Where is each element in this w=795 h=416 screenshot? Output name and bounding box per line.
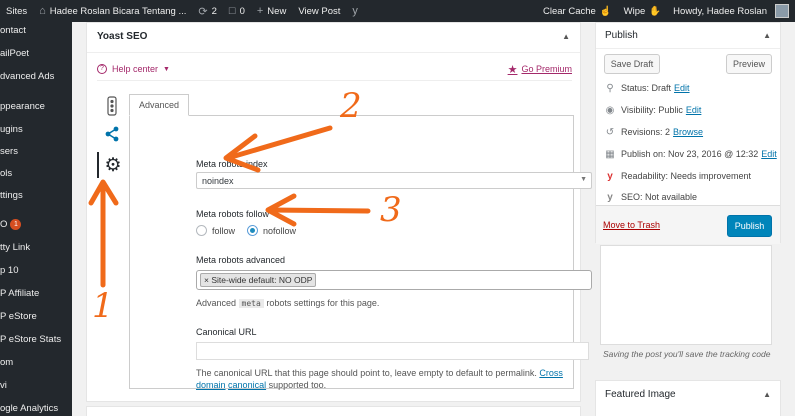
- annotation-number-2: 2: [340, 86, 362, 126]
- annotation-number-3: 3: [380, 190, 402, 230]
- arrow-3-shaft: [267, 207, 371, 214]
- annotation-number-1: 1: [92, 286, 114, 326]
